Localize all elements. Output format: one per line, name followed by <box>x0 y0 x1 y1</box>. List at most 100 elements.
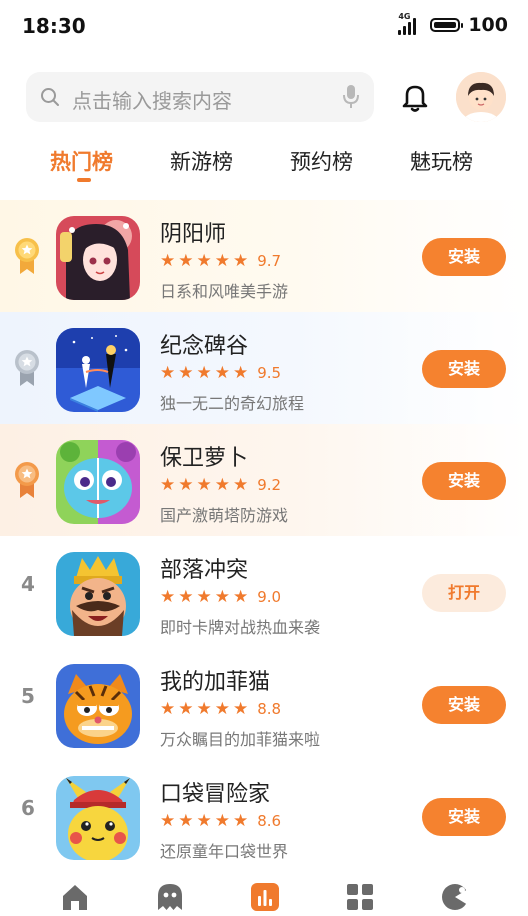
status-right: 4G 100 <box>398 12 508 36</box>
app-icon-onmyoji <box>56 216 140 300</box>
rating-value: 8.8 <box>257 700 282 718</box>
game-name: 我的加菲猫 <box>160 670 271 695</box>
star-icon: ★ <box>178 699 194 719</box>
tab-new[interactable]: 新游榜 <box>170 146 233 176</box>
star-icon: ★ <box>178 363 194 383</box>
star-icon: ★ <box>233 475 249 495</box>
star-icon: ★ <box>178 251 194 271</box>
rating-stars: ★ ★ ★ ★ ★ 9.0 <box>160 588 281 606</box>
battery-level: 100 <box>468 14 508 36</box>
tab-charm[interactable]: 魅玩榜 <box>410 146 473 176</box>
star-icon: ★ <box>233 251 249 271</box>
bronze-medal-icon <box>15 462 39 498</box>
status-time: 18:30 <box>22 14 86 38</box>
star-icon: ★ <box>214 363 230 383</box>
app-icon-garfield <box>56 664 140 748</box>
game-description: 独一无二的奇幻旅程 <box>160 394 305 413</box>
install-button[interactable]: 安装 <box>422 350 506 388</box>
install-button[interactable]: 安装 <box>422 686 506 724</box>
star-icon: ★ <box>233 587 249 607</box>
list-item[interactable]: 4 部落冲突 ★ ★ ★ ★ ★ 9.0 即时卡牌对战热血来袭 打开 <box>0 536 528 648</box>
tab-hot[interactable]: 热门榜 <box>50 146 113 176</box>
microphone-icon[interactable] <box>342 84 360 110</box>
home-icon[interactable] <box>60 882 90 912</box>
ranking-tabs: 热门榜 新游榜 预约榜 魅玩榜 <box>0 140 528 190</box>
avatar-image <box>456 72 506 122</box>
star-icon: ★ <box>178 475 194 495</box>
star-icon: ★ <box>214 251 230 271</box>
game-description: 万众瞩目的加菲猫来啦 <box>160 730 321 749</box>
rank-number: 4 <box>21 572 35 596</box>
game-ranking-list: 阴阳师 ★ ★ ★ ★ ★ 9.7 日系和风唯美手游 安装 纪念碑谷 ★ ★ ★… <box>0 200 528 872</box>
rating-value: 9.2 <box>257 476 282 494</box>
rating-stars: ★ ★ ★ ★ ★ 9.5 <box>160 364 281 382</box>
avatar[interactable] <box>456 72 506 122</box>
app-icon-clash-royale <box>56 552 140 636</box>
rating-value: 9.7 <box>257 252 282 270</box>
star-icon: ★ <box>160 699 176 719</box>
tab-reserve[interactable]: 预约榜 <box>290 146 353 176</box>
star-icon: ★ <box>233 811 249 831</box>
rating-value: 9.0 <box>257 588 282 606</box>
battery-icon <box>430 18 464 32</box>
list-item[interactable]: 5 我的加菲猫 ★ ★ ★ ★ ★ 8.8 万众瞩目的加菲猫来啦 安装 <box>0 648 528 760</box>
game-description: 日系和风唯美手游 <box>160 282 289 301</box>
star-icon: ★ <box>178 811 194 831</box>
active-tab-indicator <box>77 178 91 182</box>
game-description: 即时卡牌对战热血来袭 <box>160 618 321 637</box>
list-item[interactable]: 阴阳师 ★ ★ ★ ★ ★ 9.7 日系和风唯美手游 安装 <box>0 200 528 312</box>
star-icon: ★ <box>196 699 212 719</box>
rating-stars: ★ ★ ★ ★ ★ 8.8 <box>160 700 281 718</box>
game-description: 还原童年口袋世界 <box>160 842 289 861</box>
app-icon-pocket-adventurer <box>56 776 140 860</box>
install-button[interactable]: 安装 <box>422 798 506 836</box>
star-icon: ★ <box>196 587 212 607</box>
install-button[interactable]: 安装 <box>422 462 506 500</box>
game-name: 保卫萝卜 <box>160 446 249 471</box>
search-bar[interactable]: 点击输入搜索内容 <box>26 72 374 122</box>
game-name: 口袋冒险家 <box>160 782 271 807</box>
star-icon: ★ <box>160 363 176 383</box>
star-icon: ★ <box>214 475 230 495</box>
star-icon: ★ <box>196 475 212 495</box>
app-icon-carrot-fantasy <box>56 440 140 524</box>
status-bar: 18:30 4G 100 <box>0 0 528 56</box>
notification-bell-icon[interactable] <box>398 80 432 114</box>
search-icon <box>41 88 59 106</box>
game-name: 阴阳师 <box>160 222 227 247</box>
ghost-icon[interactable] <box>155 882 185 912</box>
search-input[interactable]: 点击输入搜索内容 <box>72 85 232 114</box>
install-button[interactable]: 安装 <box>422 238 506 276</box>
gold-medal-icon <box>15 238 39 274</box>
chart-icon[interactable] <box>250 882 280 912</box>
signal-icon: 4G <box>398 12 422 35</box>
star-icon: ★ <box>214 587 230 607</box>
app-icon-monument-valley <box>56 328 140 412</box>
rating-value: 9.5 <box>257 364 282 382</box>
star-icon: ★ <box>233 699 249 719</box>
game-name: 纪念碑谷 <box>160 334 249 359</box>
rating-value: 8.6 <box>257 812 282 830</box>
game-icon[interactable] <box>440 882 470 912</box>
bottom-navigation <box>0 866 528 916</box>
rating-stars: ★ ★ ★ ★ ★ 9.7 <box>160 252 281 270</box>
silver-medal-icon <box>15 350 39 386</box>
grid-icon[interactable] <box>345 882 375 912</box>
star-icon: ★ <box>196 251 212 271</box>
star-icon: ★ <box>196 363 212 383</box>
star-icon: ★ <box>178 587 194 607</box>
open-button[interactable]: 打开 <box>422 574 506 612</box>
game-description: 国产激萌塔防游戏 <box>160 506 289 525</box>
list-item[interactable]: 保卫萝卜 ★ ★ ★ ★ ★ 9.2 国产激萌塔防游戏 安装 <box>0 424 528 536</box>
game-name: 部落冲突 <box>160 558 249 583</box>
star-icon: ★ <box>160 251 176 271</box>
list-item[interactable]: 6 口袋冒险家 ★ ★ ★ ★ ★ 8.6 还原童年口袋世界 安装 <box>0 760 528 872</box>
network-label: 4G <box>398 12 411 21</box>
star-icon: ★ <box>160 811 176 831</box>
star-icon: ★ <box>214 811 230 831</box>
list-item[interactable]: 纪念碑谷 ★ ★ ★ ★ ★ 9.5 独一无二的奇幻旅程 安装 <box>0 312 528 424</box>
star-icon: ★ <box>214 699 230 719</box>
star-icon: ★ <box>160 475 176 495</box>
star-icon: ★ <box>196 811 212 831</box>
rating-stars: ★ ★ ★ ★ ★ 8.6 <box>160 812 281 830</box>
